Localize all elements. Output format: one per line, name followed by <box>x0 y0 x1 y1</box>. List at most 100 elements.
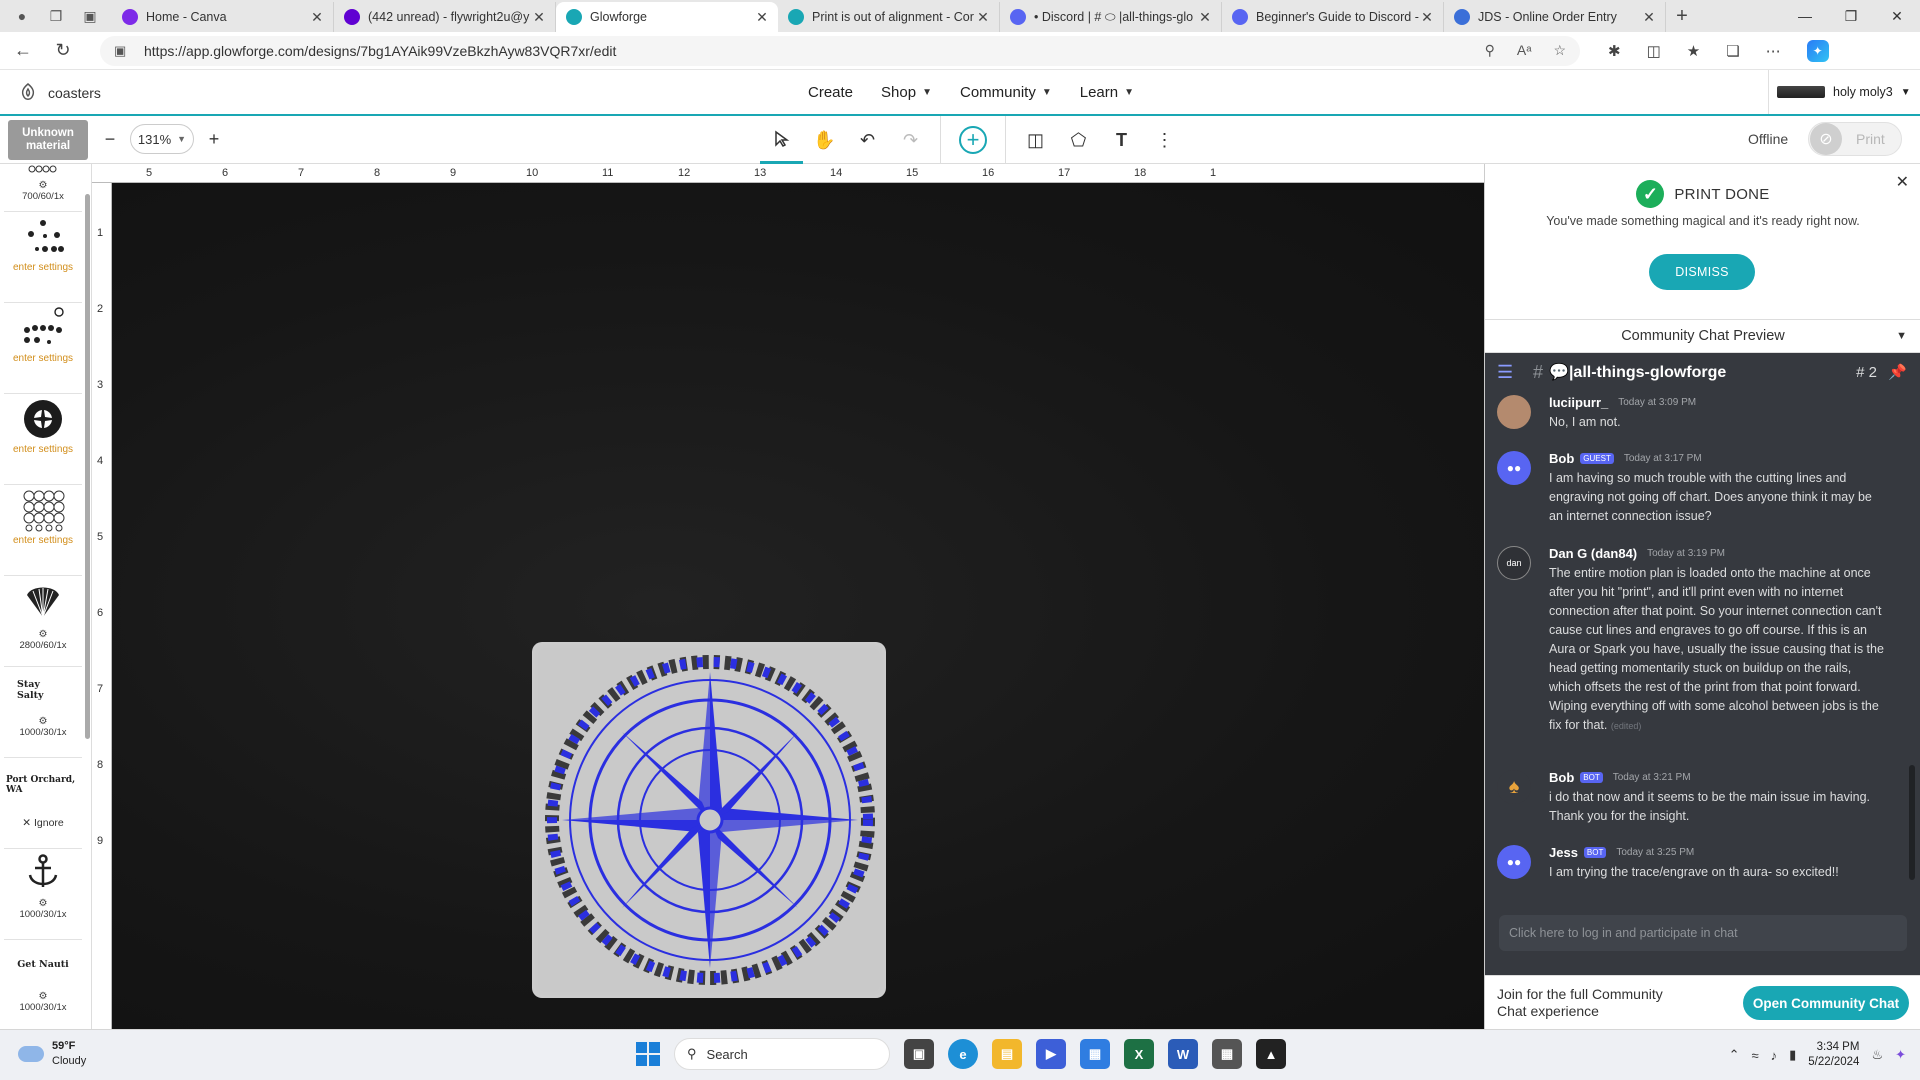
close-tab-icon[interactable]: ✕ <box>1197 9 1213 26</box>
pan-tool-button[interactable]: ✋ <box>803 116 846 164</box>
dismiss-button[interactable]: DISMISS <box>1649 254 1755 290</box>
new-tab-button[interactable]: + <box>1666 5 1698 28</box>
ignore-step-link[interactable]: ✕ Ignore <box>22 817 64 829</box>
compass-rose-artwork[interactable] <box>532 642 886 998</box>
minimize-button[interactable]: — <box>1782 0 1828 32</box>
browser-tab[interactable]: (442 unread) - flywright2u@y ✕ <box>334 2 556 32</box>
step-item[interactable]: enter settings <box>4 486 82 576</box>
restore-button[interactable]: ❐ <box>1828 0 1874 32</box>
browser-tab[interactable]: Print is out of alignment - Cor ✕ <box>778 2 1000 32</box>
copilot-taskbar-icon[interactable]: ▶ <box>1036 1039 1066 1069</box>
step-item[interactable]: ⚙ 700/60/1x <box>4 164 82 212</box>
zoom-in-button[interactable]: + <box>204 129 224 150</box>
glowforge-logo-icon[interactable] <box>18 83 38 103</box>
weather-widget[interactable]: 59°F Cloudy <box>18 1039 86 1069</box>
browser-tab[interactable]: Home - Canva ✕ <box>112 2 334 32</box>
close-tab-icon[interactable]: ✕ <box>309 9 325 26</box>
close-tab-icon[interactable]: ✕ <box>975 9 991 26</box>
step-item[interactable]: enter settings <box>4 304 82 394</box>
nav-learn[interactable]: Learn ▼ <box>1080 84 1134 101</box>
favorite-star-icon[interactable]: ☆ <box>1553 42 1566 59</box>
start-button[interactable] <box>636 1042 660 1066</box>
select-tool-button[interactable] <box>760 116 803 164</box>
collections-icon[interactable]: ❏ <box>1726 42 1739 60</box>
step-item[interactable]: enter settings <box>4 213 82 303</box>
nav-shop[interactable]: Shop ▼ <box>881 84 932 101</box>
word-icon[interactable]: W <box>1168 1039 1198 1069</box>
copilot-tray-icon[interactable]: ✦ <box>1895 1047 1906 1063</box>
taskbar-search[interactable]: ⚲ Search <box>674 1038 890 1070</box>
coaster-workpiece[interactable] <box>532 642 886 998</box>
close-tab-icon[interactable]: ✕ <box>754 9 770 26</box>
close-tab-icon[interactable]: ✕ <box>531 9 547 26</box>
zoom-icon[interactable]: ⚲ <box>1485 42 1495 59</box>
threads-button[interactable]: # 2 <box>1856 364 1877 381</box>
step-item[interactable]: Stay Salty ⚙ 1000/30/1x <box>4 668 82 758</box>
tab-actions-icon[interactable]: ▣ <box>82 8 98 24</box>
edge-icon[interactable]: e <box>948 1039 978 1069</box>
design-canvas[interactable]: 5 6 7 8 9 10 11 12 13 14 15 16 17 18 1 123456789 <box>92 164 1484 1029</box>
open-community-chat-button[interactable]: Open Community Chat <box>1743 986 1909 1020</box>
redo-button[interactable]: ↷ <box>889 116 932 164</box>
glowforge-app-icon[interactable]: ▲ <box>1256 1039 1286 1069</box>
split-screen-icon[interactable]: ◫ <box>1647 42 1661 60</box>
trace-tool-button[interactable]: ◫ <box>1014 116 1057 164</box>
nav-community[interactable]: Community ▼ <box>960 84 1052 101</box>
material-button[interactable]: Unknown material <box>8 120 88 160</box>
calendar-icon[interactable]: ▦ <box>1080 1039 1110 1069</box>
pin-icon[interactable]: 📌 <box>1888 363 1907 381</box>
copilot-icon[interactable]: ✦ <box>1806 39 1829 62</box>
chat-scrollbar[interactable] <box>1909 765 1915 880</box>
text-tool-button[interactable]: T <box>1100 116 1143 164</box>
nav-create[interactable]: Create <box>808 84 853 101</box>
chat-login-input[interactable]: Click here to log in and participate in … <box>1499 915 1907 951</box>
extensions-icon[interactable]: ✱ <box>1608 42 1621 60</box>
menu-icon[interactable]: ☰ <box>1497 362 1517 383</box>
enter-settings-link[interactable]: enter settings <box>13 443 73 456</box>
profile-icon[interactable]: ● <box>14 8 30 24</box>
excel-icon[interactable]: X <box>1124 1039 1154 1069</box>
close-tab-icon[interactable]: ✕ <box>1641 9 1657 26</box>
browser-tab[interactable]: JDS - Online Order Entry ✕ <box>1444 2 1666 32</box>
url-field[interactable]: ▣ https://app.glowforge.com/designs/7bg1… <box>100 35 1580 66</box>
document-name[interactable]: coasters <box>48 85 101 101</box>
enter-settings-link[interactable]: enter settings <box>13 261 73 274</box>
community-chat-preview-header[interactable]: Community Chat Preview ▼ <box>1485 319 1920 353</box>
calculator-icon[interactable]: ▦ <box>1212 1039 1242 1069</box>
shapes-tool-button[interactable]: ⬠ <box>1057 116 1100 164</box>
read-aloud-icon[interactable]: Aᵃ <box>1517 42 1532 59</box>
back-button[interactable]: ← <box>6 36 40 66</box>
reload-button[interactable]: ↻ <box>46 36 80 66</box>
close-window-button[interactable]: ✕ <box>1874 0 1920 32</box>
steps-scrollbar[interactable] <box>85 194 90 739</box>
volume-icon[interactable]: ♪ <box>1771 1048 1778 1063</box>
clock[interactable]: 3:34 PM 5/22/2024 <box>1808 1040 1859 1070</box>
browser-tab[interactable]: Glowforge ✕ <box>556 2 778 32</box>
print-button[interactable]: ⊘ Print <box>1808 122 1902 156</box>
notification-bell-icon[interactable]: ♨ <box>1871 1047 1883 1063</box>
zoom-out-button[interactable]: − <box>100 129 120 150</box>
browser-tab[interactable]: • Discord | # ⬭ |all-things-glo ✕ <box>1000 2 1222 32</box>
close-tab-icon[interactable]: ✕ <box>1419 9 1435 26</box>
file-explorer-icon[interactable]: ▤ <box>992 1039 1022 1069</box>
task-view-icon[interactable]: ▣ <box>904 1039 934 1069</box>
enter-settings-link[interactable]: enter settings <box>13 534 73 547</box>
step-item[interactable]: ⚙ 2800/60/1x <box>4 577 82 667</box>
chevron-up-icon[interactable]: ⌃ <box>1729 1047 1740 1063</box>
workspaces-icon[interactable]: ❐ <box>48 8 64 24</box>
zoom-select[interactable]: 131% ▼ <box>130 124 194 154</box>
step-item[interactable]: ⚙ 1000/30/1x <box>4 850 82 940</box>
wifi-icon[interactable]: ≈ <box>1751 1048 1758 1063</box>
battery-icon[interactable]: ▮ <box>1789 1047 1796 1063</box>
browser-tab[interactable]: Beginner's Guide to Discord - ✕ <box>1222 2 1444 32</box>
add-artwork-button[interactable]: + <box>949 116 997 164</box>
account-menu[interactable]: holy moly3 ▼ <box>1768 70 1920 114</box>
step-item[interactable]: Get Nauti ⚙ 1000/30/1x <box>4 941 82 1029</box>
favorites-icon[interactable]: ★ <box>1687 42 1700 60</box>
more-icon[interactable]: ⋯ <box>1766 42 1781 60</box>
undo-button[interactable]: ↶ <box>846 116 889 164</box>
step-item[interactable]: Port Orchard, WA ✕ Ignore <box>4 759 82 849</box>
enter-settings-link[interactable]: enter settings <box>13 352 73 365</box>
site-info-icon[interactable]: ▣ <box>114 43 130 59</box>
step-item[interactable]: enter settings <box>4 395 82 485</box>
